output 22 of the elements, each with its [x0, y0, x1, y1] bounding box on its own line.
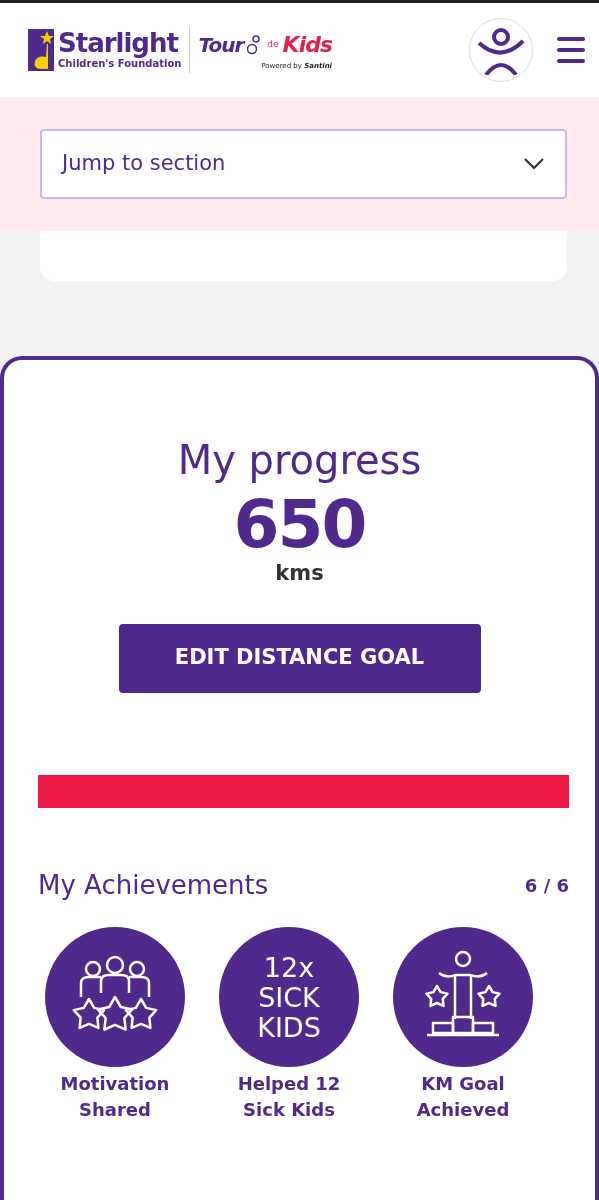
brand-name: Starlight	[58, 29, 179, 56]
achievement-label: KM Goal Achieved	[415, 1071, 511, 1122]
section-title: My progress	[177, 436, 422, 484]
achievement-label: Helped 12 Sick Kids	[236, 1071, 342, 1122]
edit-goal-button[interactable]: EDIT DISTANCE GOAL	[118, 623, 481, 693]
jump-select[interactable]: Jump to section	[40, 129, 567, 199]
chevron-down-icon	[523, 157, 545, 171]
achievement-label: Motivation Shared	[59, 1071, 171, 1122]
event-title: Tour	[198, 31, 244, 59]
figure-icon	[476, 25, 526, 75]
achievement-count: 6 / 6	[524, 873, 569, 898]
event-title: de	[267, 38, 279, 51]
badge-text: KIDS	[257, 1011, 321, 1043]
menu-button[interactable]	[557, 35, 585, 65]
distance-value: 650	[233, 492, 366, 558]
section-title: My Achievements	[38, 868, 269, 902]
starlight-logo-icon	[28, 29, 54, 71]
brand-tagline: Children's Foundation	[58, 57, 182, 71]
event-title: Kids	[282, 31, 333, 60]
badge-text: SICK	[258, 981, 320, 1013]
distance-unit: kms	[275, 560, 324, 587]
badge-text: 12x	[263, 951, 315, 983]
